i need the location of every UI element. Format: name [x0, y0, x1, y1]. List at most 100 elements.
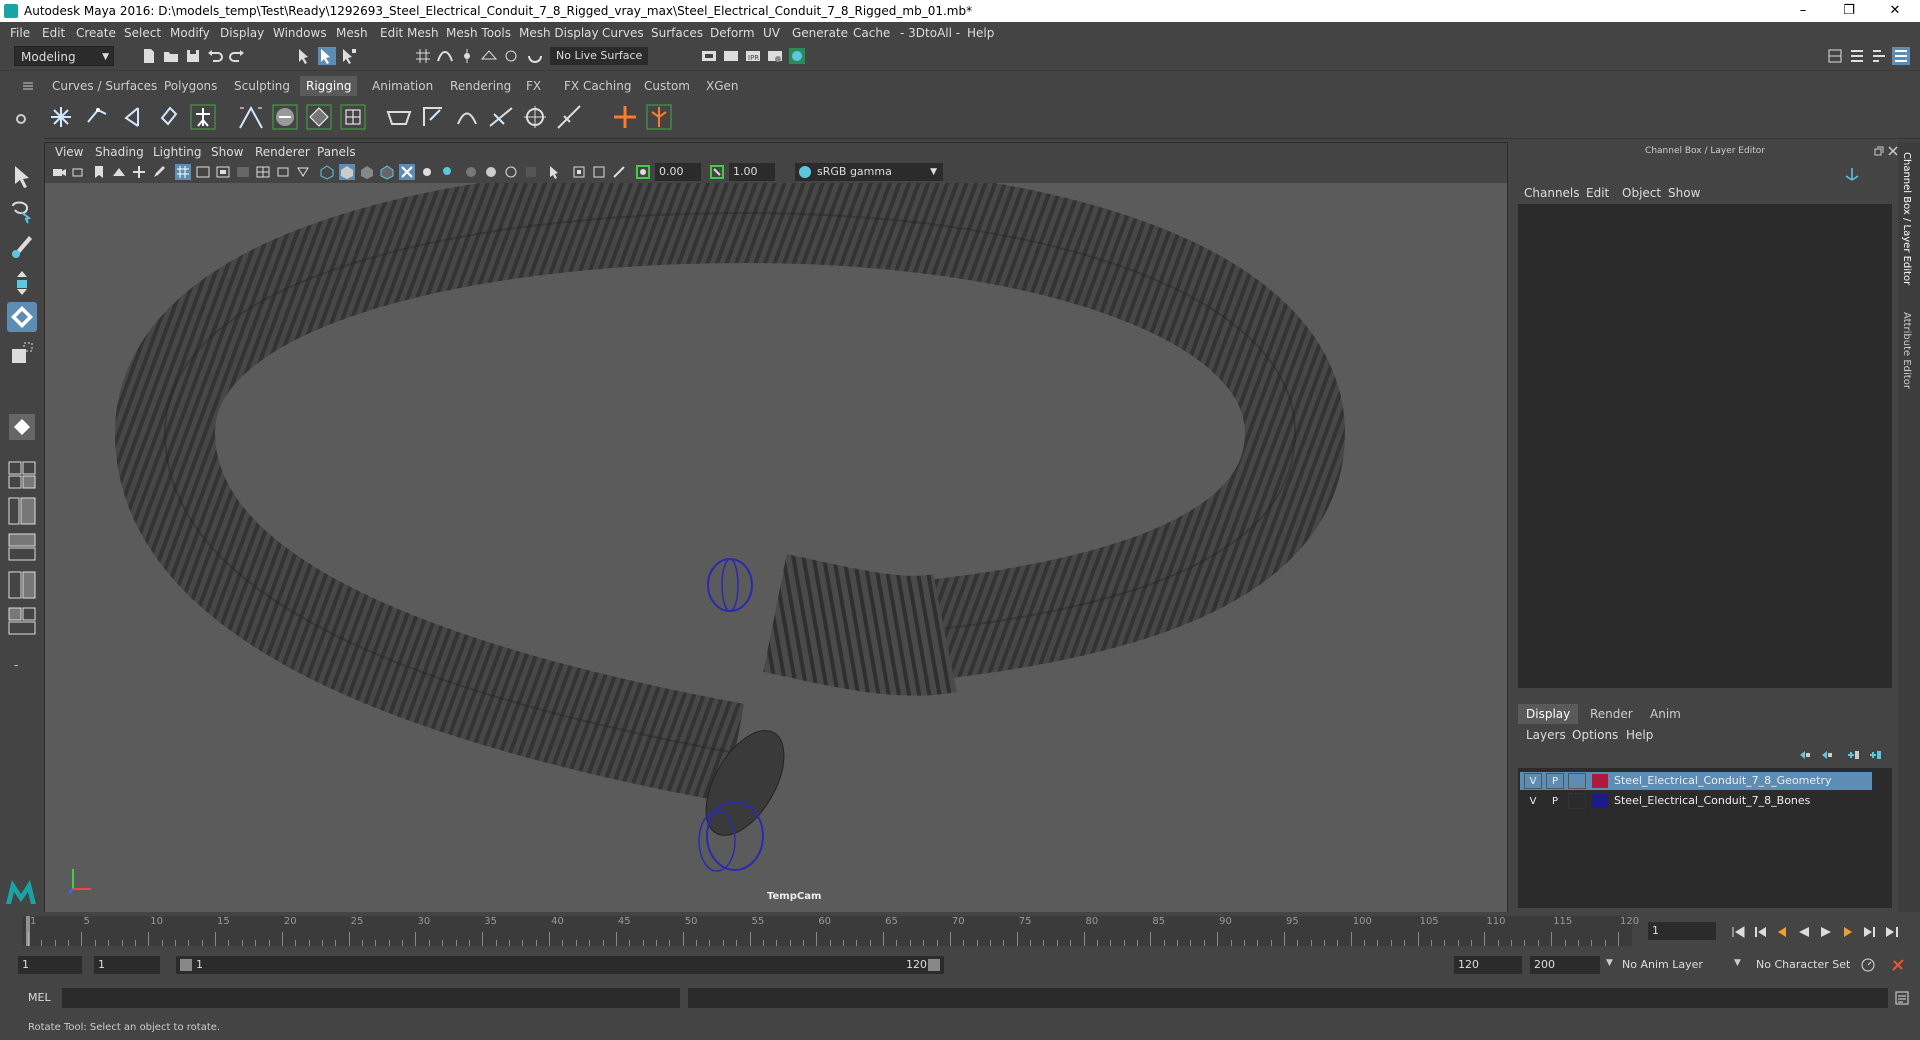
tab-anim-layers[interactable]: Anim: [1642, 704, 1689, 724]
range-start-handle[interactable]: [180, 959, 192, 971]
select-camera-icon[interactable]: [51, 164, 67, 180]
script-editor-icon[interactable]: [1894, 990, 1910, 1006]
animation-end-field[interactable]: 200: [1530, 956, 1600, 974]
panel-menu-shading[interactable]: Shading: [95, 145, 144, 159]
gamma-icon[interactable]: [709, 164, 725, 180]
default-material-icon[interactable]: [359, 164, 375, 180]
select-object-icon[interactable]: [318, 47, 336, 65]
wire-deformer-icon[interactable]: [486, 102, 516, 132]
object-menu[interactable]: Object: [1622, 186, 1661, 200]
menu-select[interactable]: Select: [124, 26, 161, 40]
tab-display-layers[interactable]: Display: [1518, 704, 1579, 724]
live-surface-field[interactable]: No Live Surface: [550, 47, 648, 65]
persp-graph-layout-icon[interactable]: [7, 532, 37, 562]
isolate-select-icon[interactable]: [547, 164, 563, 180]
maximize-button[interactable]: ❐: [1826, 0, 1872, 22]
channel-list[interactable]: [1518, 204, 1892, 688]
blend-shape-icon[interactable]: [520, 102, 550, 132]
panel-menu-view[interactable]: View: [55, 145, 83, 159]
anim-layer-dropdown[interactable]: No Anim Layer: [1622, 958, 1703, 971]
lasso-tool-icon[interactable]: [7, 196, 37, 226]
menu-modify[interactable]: Modify: [170, 26, 210, 40]
menu-edit-mesh[interactable]: Edit Mesh: [380, 26, 439, 40]
panel-menu-renderer[interactable]: Renderer: [255, 145, 310, 159]
menu-edit[interactable]: Edit: [42, 26, 65, 40]
gamma-field[interactable]: 1.00: [729, 163, 775, 181]
conduit-mesh[interactable]: [114, 183, 1346, 803]
current-frame-marker[interactable]: [26, 916, 30, 946]
layer-name[interactable]: Steel_Electrical_Conduit_7_8_Bones: [1614, 792, 1810, 810]
chevron-down-icon[interactable]: ▼: [1606, 958, 1613, 968]
layer-visibility-toggle[interactable]: V: [1524, 773, 1542, 789]
undo-icon[interactable]: [206, 47, 224, 65]
modeling-toolkit-icon[interactable]: [1826, 47, 1844, 65]
layer-visibility-toggle[interactable]: V: [1524, 793, 1542, 809]
toolbox-collapse-icon[interactable]: -: [14, 658, 18, 672]
menu-uv[interactable]: UV: [763, 26, 780, 40]
screen-space-ao-icon[interactable]: [463, 164, 479, 180]
2d-pan-zoom-icon[interactable]: [131, 164, 147, 180]
new-layer-from-selection-icon[interactable]: [1868, 748, 1882, 762]
layer-color-swatch[interactable]: [1592, 794, 1608, 808]
menu-help[interactable]: Help: [967, 26, 994, 40]
gate-mask-icon[interactable]: [235, 164, 251, 180]
conduit-end-segment[interactable]: [762, 554, 957, 696]
hypershade-icon[interactable]: [788, 47, 806, 65]
anti-aliasing-icon[interactable]: [503, 164, 519, 180]
3d-viewport[interactable]: TempCam: [45, 183, 1507, 913]
persp-hypershade-layout-icon[interactable]: [7, 570, 37, 600]
ipr-render-icon[interactable]: IPR: [744, 47, 762, 65]
field-chart-icon[interactable]: [255, 164, 271, 180]
safe-action-icon[interactable]: [275, 164, 291, 180]
motion-blur-icon[interactable]: [483, 164, 499, 180]
menu-surfaces[interactable]: Surfaces: [651, 26, 703, 40]
render-current-frame-icon[interactable]: [722, 47, 740, 65]
orient-joint-icon[interactable]: [154, 102, 184, 132]
wireframe-on-shaded-icon[interactable]: [379, 164, 395, 180]
cluster-icon[interactable]: [384, 102, 414, 132]
depth-of-field-icon[interactable]: [523, 164, 539, 180]
options-menu[interactable]: Options: [1572, 728, 1618, 742]
tab-fx-caching[interactable]: FX Caching: [558, 76, 637, 96]
menu-curves[interactable]: Curves: [602, 26, 644, 40]
menu-file[interactable]: File: [10, 26, 30, 40]
new-scene-icon[interactable]: [140, 47, 158, 65]
snap-grid-icon[interactable]: [414, 47, 432, 65]
play-forwards-icon[interactable]: [1818, 924, 1834, 940]
step-back-key-icon[interactable]: [1752, 924, 1768, 940]
layer-playback-toggle[interactable]: P: [1546, 773, 1564, 789]
scene-canvas[interactable]: [45, 183, 1507, 913]
menu-windows[interactable]: Windows: [273, 26, 327, 40]
tab-polygons[interactable]: Polygons: [158, 76, 223, 96]
grease-pencil-icon[interactable]: [151, 164, 167, 180]
snap-point-icon[interactable]: [458, 47, 476, 65]
edit-menu[interactable]: Edit: [1586, 186, 1609, 200]
layers-menu[interactable]: Layers: [1526, 728, 1566, 742]
current-frame-field[interactable]: 1: [1648, 922, 1716, 940]
shelf-settings-icon[interactable]: [14, 112, 28, 126]
joint-control-upper[interactable]: [707, 558, 753, 612]
shelf-menu-icon[interactable]: [20, 78, 36, 94]
single-perspective-view-icon[interactable]: [7, 412, 37, 442]
menu-deform[interactable]: Deform: [710, 26, 755, 40]
render-settings-icon[interactable]: [766, 47, 784, 65]
menu-create[interactable]: Create: [76, 26, 116, 40]
go-to-end-icon[interactable]: [1884, 924, 1900, 940]
tab-xgen[interactable]: XGen: [700, 76, 745, 96]
persp-uv-editor-layout-icon[interactable]: [7, 606, 37, 636]
xray-joints-icon[interactable]: [611, 164, 627, 180]
step-forward-frame-icon[interactable]: [1840, 924, 1856, 940]
side-tab-attribute-editor[interactable]: Attribute Editor: [1901, 312, 1912, 389]
layer-row-bones[interactable]: V P Steel_Electrical_Conduit_7_8_Bones: [1520, 792, 1872, 810]
select-hierarchy-icon[interactable]: [296, 47, 314, 65]
menu-generate[interactable]: Generate: [792, 26, 848, 40]
menu-mesh[interactable]: Mesh: [336, 26, 368, 40]
move-layer-down-icon[interactable]: [1820, 748, 1834, 762]
menuset-dropdown[interactable]: Modeling ▼: [14, 46, 114, 66]
snap-live-icon[interactable]: [502, 47, 520, 65]
animation-start-field[interactable]: 1: [18, 956, 82, 974]
snap-view-plane-icon[interactable]: [480, 47, 498, 65]
xray-icon[interactable]: [399, 164, 415, 180]
panel-menu-show[interactable]: Show: [211, 145, 243, 159]
resolution-gate-icon[interactable]: [215, 164, 231, 180]
